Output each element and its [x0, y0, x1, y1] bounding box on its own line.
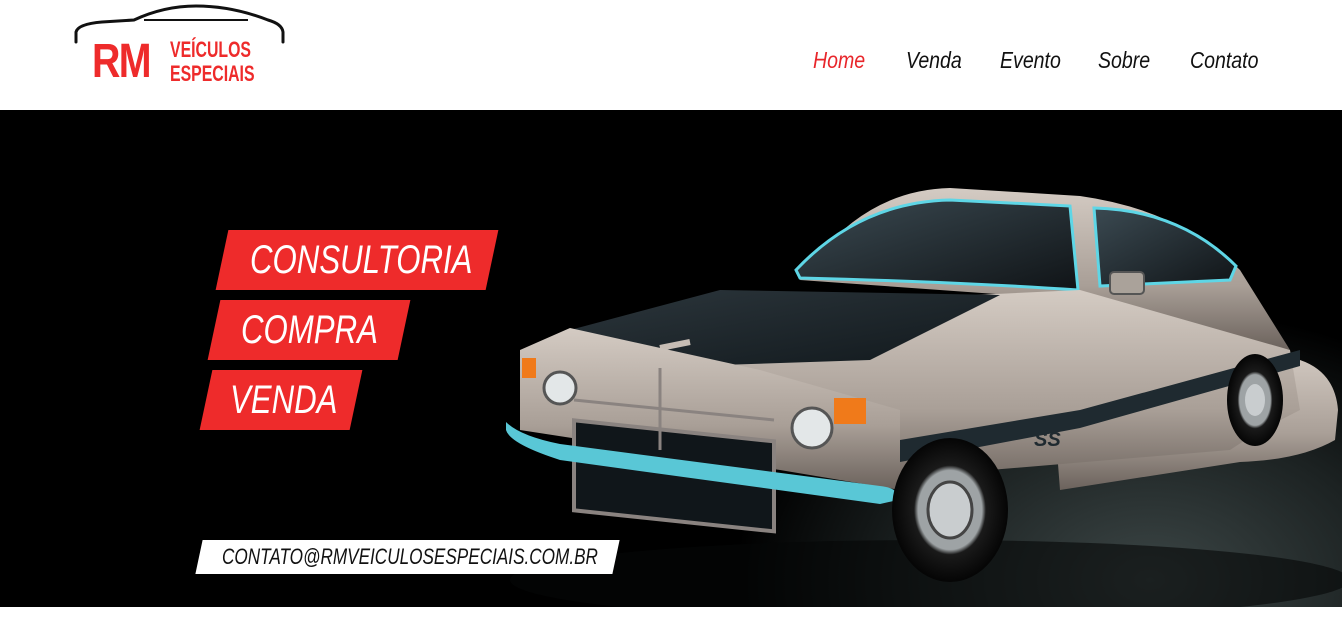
nav-venda[interactable]: Venda [906, 45, 962, 75]
tag-venda: VENDA [230, 378, 338, 422]
page-bottom-strip [0, 607, 1342, 617]
site-header: RM VEÍCULOS ESPECIAIS Home Venda Evento … [0, 0, 1342, 110]
nav-contato[interactable]: Contato [1190, 45, 1258, 75]
contact-email-link[interactable]: CONTATO@RMVEICULOSESPECIAIS.COM.BR [222, 543, 598, 571]
nav-home[interactable]: Home [813, 45, 865, 75]
logo-initials: RM [92, 35, 152, 88]
brand-logo[interactable]: RM VEÍCULOS ESPECIAIS [72, 2, 286, 90]
tag-consultoria: CONSULTORIA [250, 238, 473, 282]
ss-badge: SS [1034, 429, 1061, 451]
classic-car-image: SS [506, 188, 1342, 607]
nav-evento[interactable]: Evento [1000, 45, 1061, 75]
tag-compra: COMPRA [241, 308, 378, 352]
nav-sobre[interactable]: Sobre [1098, 45, 1150, 75]
hero-banner: SS CONSULTORIA COMPRA VENDA CONTATO@RMVE… [0, 110, 1342, 607]
logo-line-1: VEÍCULOS [170, 37, 251, 62]
logo-line-2: ESPECIAIS [170, 61, 255, 86]
